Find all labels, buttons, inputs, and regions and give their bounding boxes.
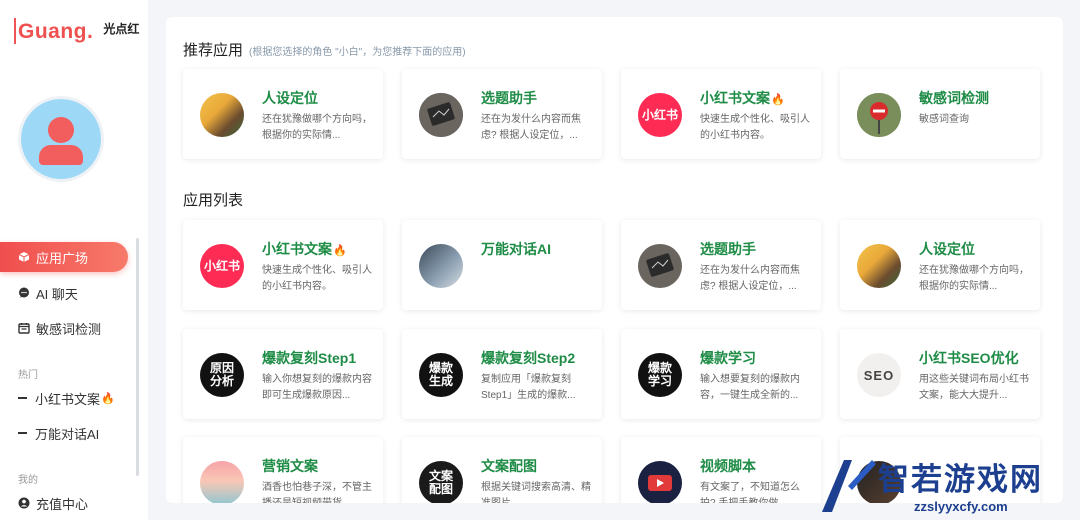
card-title: 爆款复刻Step2 (481, 350, 576, 366)
watermark-url: zzslyyxcfy.com (914, 499, 1008, 514)
logo[interactable]: Guang. 光点红 (14, 18, 139, 44)
recommend-card[interactable]: 人设定位 还在犹豫做哪个方向吗，根据你的实际情... (183, 69, 383, 159)
nav-label: 万能对话AI (35, 426, 100, 442)
card-desc: 有文案了，不知道怎么拍? 手把手教你做... (700, 482, 800, 503)
person-photo-icon (857, 244, 901, 288)
app-card[interactable]: 人设定位 还在犹豫做哪个方向吗，根据你的实际情... (840, 220, 1040, 310)
nav-label: 小红书文案 (35, 391, 101, 407)
app-card[interactable]: 爆款生成 爆款复刻Step2 复制应用「爆款复刻Step1」生成的爆款... (402, 329, 602, 419)
sidebar-scrollbar[interactable] (136, 238, 139, 476)
xiaohongshu-logo-icon: 小红书 (200, 244, 244, 288)
card-desc: 根据关键词搜索高清、精准图片 (481, 482, 591, 503)
fire-icon: 🔥 (333, 245, 347, 257)
recommend-title: 推荐应用 (183, 42, 244, 59)
tablet-icon (419, 93, 463, 137)
seo-icon: SEO (857, 353, 901, 397)
card-desc: 敏感词查询 (919, 114, 969, 125)
nav-label: 应用广场 (36, 250, 89, 266)
app-card[interactable]: 文案配图 文案配图 根据关键词搜索高清、精准图片 (402, 437, 602, 503)
card-title: 爆款复刻Step1 (262, 350, 357, 366)
card-title: 人设定位 (262, 90, 318, 106)
app-card[interactable]: 视频脚本 有文案了，不知道怎么拍? 手把手教你做... (621, 437, 821, 503)
card-title: 文案配图 (481, 458, 537, 474)
person-photo-icon (200, 93, 244, 137)
recommend-card[interactable]: 选题助手 还在为发什么内容而焦虑? 根据人设定位，... (402, 69, 602, 159)
section-hot-label: 热门 (18, 370, 38, 381)
nav-item-xiaohongshu-copy[interactable]: 小红书文案 🔥 (0, 383, 128, 413)
text-badge-icon: 爆款学习 (638, 353, 682, 397)
card-desc: 还在犹豫做哪个方向吗，根据你的实际情... (919, 265, 1029, 292)
recommend-card[interactable]: 小红书 小红书文案🔥 快速生成个性化、吸引人的小红书内容。 (621, 69, 821, 159)
text-badge-icon: 原因分析 (200, 353, 244, 397)
card-title: 爆款学习 (700, 350, 756, 366)
avatar[interactable] (18, 96, 104, 182)
user-icon (18, 497, 30, 509)
handshake-photo-icon (419, 244, 463, 288)
tablet-icon (638, 244, 682, 288)
recommend-section-title: 推荐应用 (根据您选择的角色 "小白"，为您推荐下面的应用) (183, 39, 466, 60)
card-desc: 还在为发什么内容而焦虑? 根据人设定位，... (481, 114, 581, 141)
card-title: 万能对话AI (481, 241, 551, 257)
main-panel: 推荐应用 (根据您选择的角色 "小白"，为您推荐下面的应用) 人设定位 还在犹豫做… (166, 17, 1063, 503)
logo-subtitle: 光点红 (103, 22, 140, 36)
card-title: 人设定位 (919, 241, 975, 257)
app-card[interactable]: 爆款学习 爆款学习 输入想要复刻的爆款内容，一键生成全新的... (621, 329, 821, 419)
sidebar: Guang. 光点红 应用广场 AI 聊天 敏感词检测 热门 小红书文案 🔥 万… (0, 0, 148, 520)
app-card[interactable]: 小红书 小红书文案🔥 快速生成个性化、吸引人的小红书内容。 (183, 220, 383, 310)
nav-label: AI 聊天 (36, 286, 78, 302)
app-card[interactable]: 万能对话AI (402, 220, 602, 310)
cube-icon (18, 251, 30, 263)
app-card[interactable]: 选题助手 还在为发什么内容而焦虑? 根据人设定位，... (621, 220, 821, 310)
nav-item-app-plaza[interactable]: 应用广场 (0, 242, 128, 272)
card-desc: 输入你想复刻的爆款内容即可生成爆款原因... (262, 374, 372, 401)
card-title: 敏感词检测 (919, 90, 989, 106)
nav-item-sensitive-words[interactable]: 敏感词检测 (0, 313, 128, 343)
nav-item-recharge[interactable]: 充值中心 (0, 488, 128, 518)
app-card[interactable]: 营销文案 酒香也怕巷子深，不管主播还是短视频带货... (183, 437, 383, 503)
xiaohongshu-logo-icon: 小红书 (638, 93, 682, 137)
card-desc: 还在为发什么内容而焦虑? 根据人设定位，... (700, 265, 800, 292)
fire-icon: 🔥 (101, 392, 115, 405)
text-badge-icon: 文案配图 (419, 461, 463, 503)
card-title: 小红书文案🔥 (700, 90, 785, 106)
recommend-card[interactable]: 敏感词检测 敏感词查询 (840, 69, 1040, 159)
card-desc: 输入想要复刻的爆款内容，一键生成全新的... (700, 374, 800, 401)
chat-icon (18, 287, 30, 299)
no-entry-sign-icon (857, 93, 901, 137)
nav-label: 充值中心 (36, 496, 89, 512)
dash-icon (18, 432, 27, 434)
watermark: 智若游戏网 zzslyyxcfy.com (810, 452, 1080, 520)
watermark-title: 智若游戏网 (878, 462, 1043, 497)
text-badge-icon: 爆款生成 (419, 353, 463, 397)
sunset-photo-icon (200, 461, 244, 503)
video-play-icon (638, 461, 682, 503)
card-desc: 还在犹豫做哪个方向吗，根据你的实际情... (262, 114, 372, 141)
card-title: 小红书SEO优化 (919, 350, 1019, 366)
user-avatar-icon (21, 99, 101, 179)
card-title: 选题助手 (481, 90, 537, 106)
nav-label: 敏感词检测 (36, 321, 102, 337)
nav-item-universal-ai[interactable]: 万能对话AI (0, 418, 128, 448)
card-desc: 快速生成个性化、吸引人的小红书内容。 (262, 265, 372, 292)
card-title: 选题助手 (700, 241, 756, 257)
recommend-hint: (根据您选择的角色 "小白"，为您推荐下面的应用) (249, 47, 466, 58)
logo-text: Guang. (18, 20, 94, 43)
app-card[interactable]: 原因分析 爆款复刻Step1 输入你想复刻的爆款内容即可生成爆款原因... (183, 329, 383, 419)
card-desc: 复制应用「爆款复刻Step1」生成的爆款... (481, 374, 576, 401)
card-desc: 用这些关键词布局小红书文案，能大大提升... (919, 374, 1029, 401)
card-title: 营销文案 (262, 458, 318, 474)
nav-item-ai-chat[interactable]: AI 聊天 (0, 278, 128, 308)
card-desc: 酒香也怕巷子深，不管主播还是短视频带货... (262, 482, 372, 503)
apps-section-title: 应用列表 (183, 192, 244, 209)
card-title: 小红书文案🔥 (262, 241, 347, 257)
calendar-icon (18, 322, 30, 334)
logo-bar (14, 18, 16, 44)
card-desc: 快速生成个性化、吸引人的小红书内容。 (700, 114, 810, 141)
section-mine-label: 我的 (18, 475, 38, 486)
dash-icon (18, 397, 27, 399)
fire-icon: 🔥 (771, 94, 785, 106)
watermark-logo-icon (822, 460, 876, 512)
app-card[interactable]: SEO 小红书SEO优化 用这些关键词布局小红书文案，能大大提升... (840, 329, 1040, 419)
card-title: 视频脚本 (700, 458, 756, 474)
